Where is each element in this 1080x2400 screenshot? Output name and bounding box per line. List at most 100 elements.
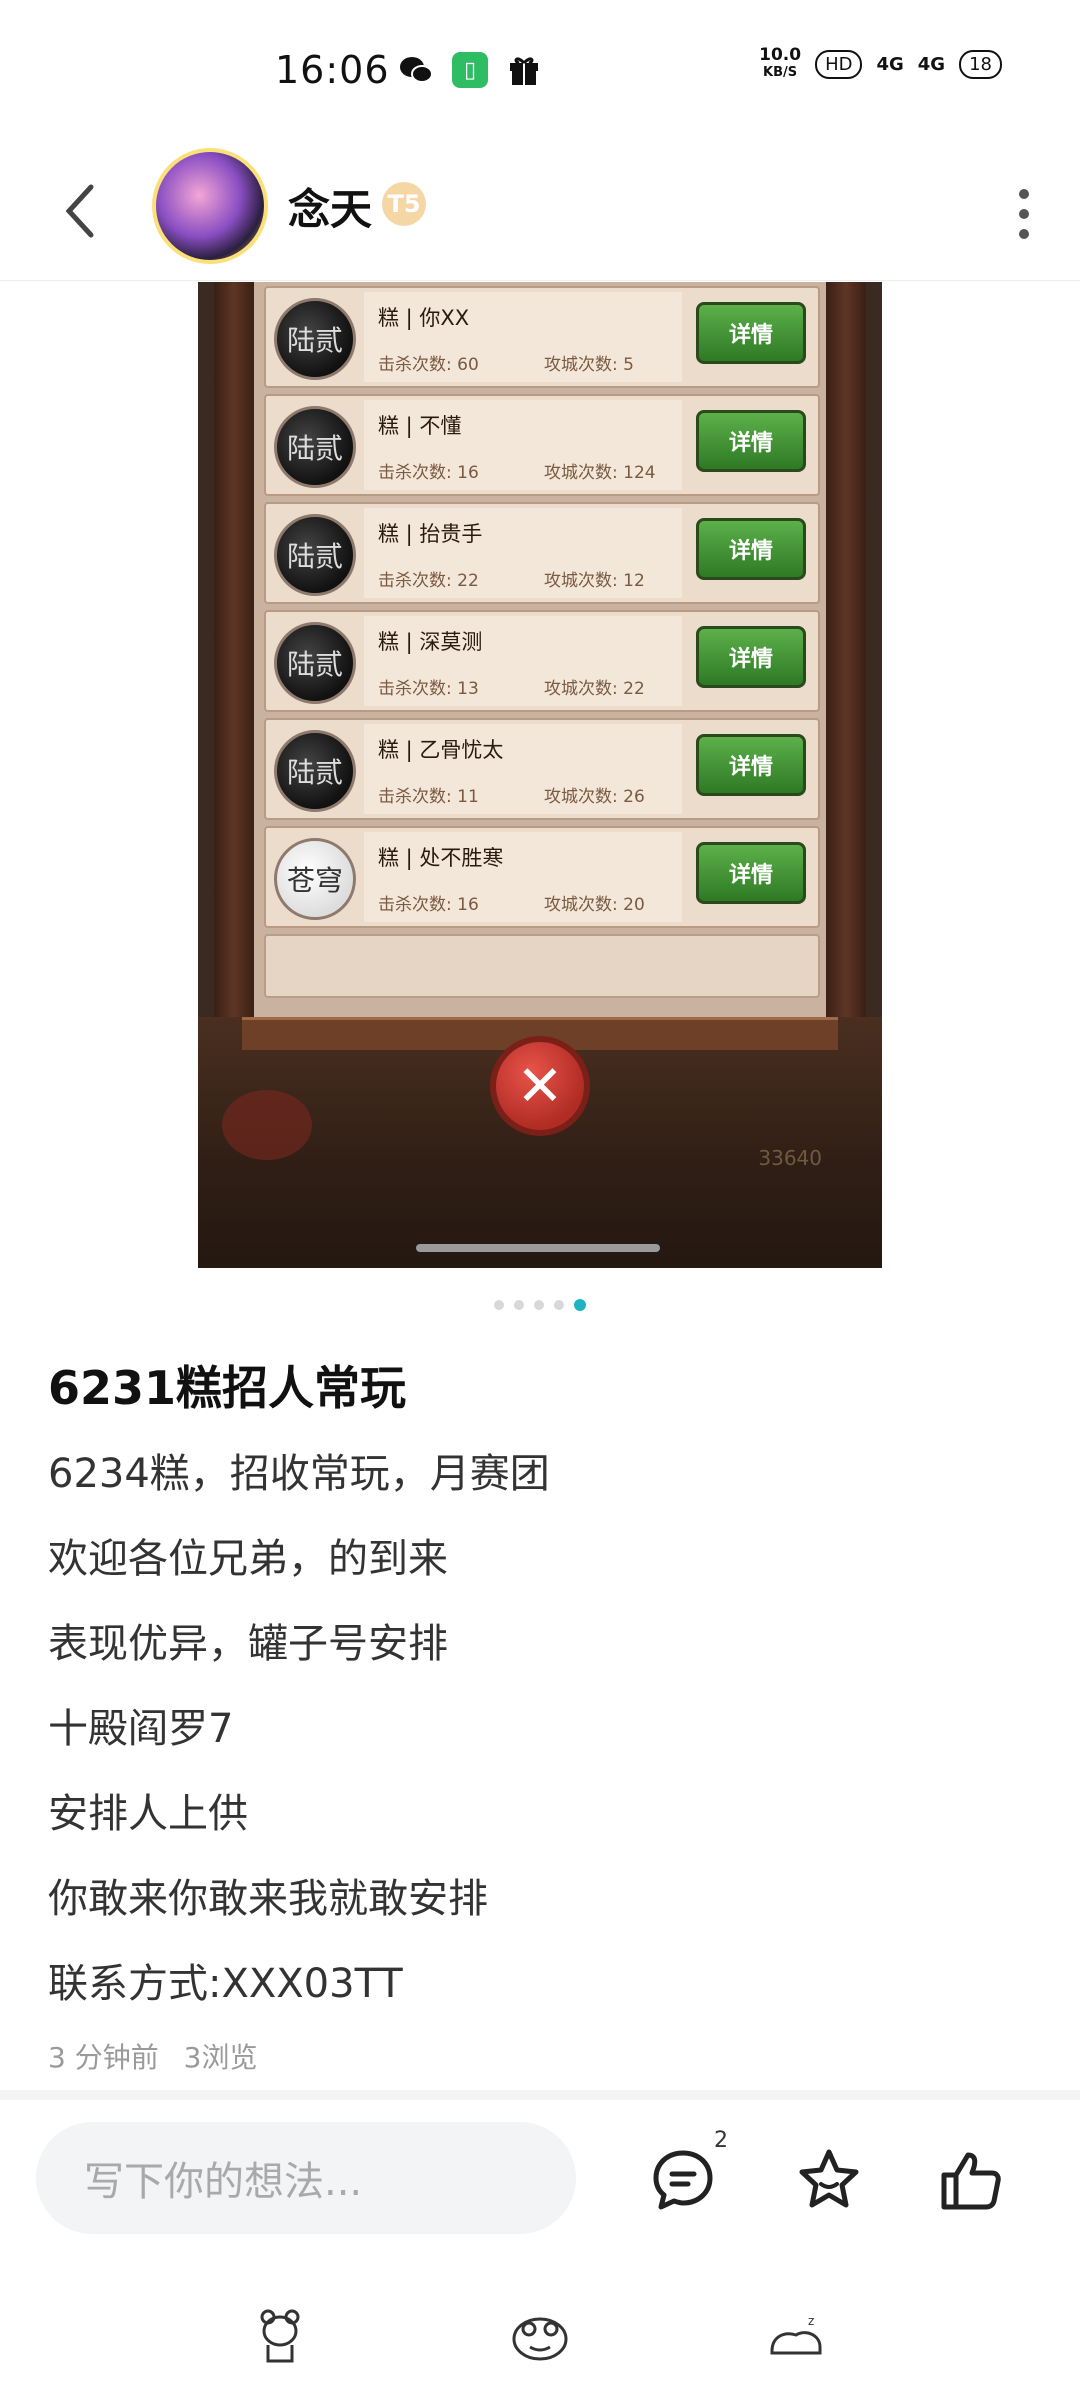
post-line: 6234糕，招收常玩，月赛团 bbox=[48, 1451, 550, 1497]
list-item: 苍穹 糕 | 处不胜寒 击杀次数: 16 攻城次数: 20 详情 bbox=[264, 826, 820, 928]
image-list-panel: 陆贰 糕 | 你XX 击杀次数: 60 攻城次数: 5 详情 陆贰 糕 | 不懂… bbox=[254, 282, 826, 1017]
avatar[interactable] bbox=[152, 148, 268, 264]
username[interactable]: 念天 bbox=[288, 176, 372, 237]
row-kills: 击杀次数: 60 bbox=[378, 355, 479, 375]
frame-right bbox=[826, 282, 866, 1042]
row-kills: 击杀次数: 16 bbox=[378, 895, 479, 915]
more-dot-icon bbox=[1019, 229, 1029, 239]
row-sieges: 攻城次数: 20 bbox=[544, 895, 645, 915]
pager-dot[interactable] bbox=[554, 1300, 564, 1310]
row-name: 糕 | 处不胜寒 bbox=[378, 846, 504, 870]
star-icon bbox=[799, 2149, 859, 2208]
like-button[interactable] bbox=[936, 2140, 1006, 2220]
image-pager bbox=[0, 1299, 1080, 1311]
net-speed-unit: KB/S bbox=[763, 65, 798, 80]
favorite-button[interactable] bbox=[794, 2140, 864, 2220]
net-speed-value: 10.0 bbox=[759, 45, 802, 65]
pager-dot[interactable] bbox=[494, 1300, 504, 1310]
row-sieges: 攻城次数: 22 bbox=[544, 679, 645, 699]
row-text-area: 糕 | 深莫测 击杀次数: 13 攻城次数: 22 bbox=[364, 616, 682, 706]
row-kills: 击杀次数: 11 bbox=[378, 787, 479, 807]
row-text-area: 糕 | 处不胜寒 击杀次数: 16 攻城次数: 20 bbox=[364, 832, 682, 922]
row-sieges: 攻城次数: 12 bbox=[544, 571, 645, 591]
row-text-area: 糕 | 不懂 击杀次数: 16 攻城次数: 124 bbox=[364, 400, 682, 490]
comment-count-badge: 2 bbox=[714, 2128, 728, 2153]
nav-frog-icon[interactable] bbox=[500, 2300, 580, 2370]
row-text-area: 糕 | 乙骨忧太 击杀次数: 11 攻城次数: 26 bbox=[364, 724, 682, 814]
row-kills: 击杀次数: 13 bbox=[378, 679, 479, 699]
row-sieges: 攻城次数: 124 bbox=[544, 463, 656, 483]
list-item: 陆贰 糕 | 深莫测 击杀次数: 13 攻城次数: 22 详情 bbox=[264, 610, 820, 712]
list-item: 陆贰 糕 | 你XX 击杀次数: 60 攻城次数: 5 详情 bbox=[264, 286, 820, 388]
post-body: 6234糕，招收常玩，月赛团 欢迎各位兄弟，的到来 表现优异，罐子号安排 十殿阎… bbox=[48, 1444, 550, 2039]
wechat-icon bbox=[398, 52, 434, 88]
detail-button: 详情 bbox=[696, 518, 806, 580]
guild-emblem-icon: 陆贰 bbox=[274, 406, 356, 488]
row-name: 糕 | 不懂 bbox=[378, 414, 462, 438]
guild-emblem-icon: 苍穹 bbox=[274, 838, 356, 920]
home-indicator bbox=[416, 1244, 660, 1252]
post-time: 3 分钟前 bbox=[48, 2041, 159, 2074]
status-bar: 16:06 ▯ 10.0 KB/S HD 4G 4G 18 bbox=[0, 0, 1080, 140]
detail-button: 详情 bbox=[696, 410, 806, 472]
list-item: 陆贰 糕 | 抬贵手 击杀次数: 22 攻城次数: 12 详情 bbox=[264, 502, 820, 604]
row-text-area: 糕 | 你XX 击杀次数: 60 攻城次数: 5 bbox=[364, 292, 682, 382]
level-badge: T5 bbox=[382, 182, 426, 226]
guild-emblem-icon: 陆贰 bbox=[274, 514, 356, 596]
pager-dot[interactable] bbox=[514, 1300, 524, 1310]
close-icon: ✕ bbox=[490, 1036, 590, 1136]
signal-icon-1: 4G bbox=[876, 53, 904, 75]
post-meta: 3 分钟前 3浏览 bbox=[48, 2036, 257, 2076]
sleeping-cat-icon: z bbox=[770, 2314, 822, 2355]
post-line: 安排人上供 bbox=[48, 1791, 248, 1837]
guild-emblem-icon: 陆贰 bbox=[274, 730, 356, 812]
net-speed: 10.0 KB/S bbox=[759, 46, 801, 82]
back-button[interactable] bbox=[56, 166, 106, 256]
row-name: 糕 | 深莫测 bbox=[378, 630, 483, 654]
divider bbox=[0, 2090, 1080, 2100]
post-views: 3浏览 bbox=[183, 2041, 258, 2074]
status-right: 10.0 KB/S HD 4G 4G 18 bbox=[759, 46, 1002, 82]
status-time: 16:06 bbox=[275, 48, 390, 92]
list-item: 陆贰 糕 | 乙骨忧太 击杀次数: 11 攻城次数: 26 详情 bbox=[264, 718, 820, 820]
post-line: 表现优异，罐子号安排 bbox=[48, 1621, 448, 1667]
pager-dot[interactable] bbox=[534, 1300, 544, 1310]
comment-input[interactable]: 写下你的想法... bbox=[36, 2122, 576, 2234]
post-line: 十殿阎罗7 bbox=[48, 1706, 234, 1752]
row-name: 糕 | 乙骨忧太 bbox=[378, 738, 504, 762]
post-line: 你敢来你敢来我就敢安排 bbox=[48, 1876, 488, 1922]
comment-button[interactable] bbox=[648, 2140, 718, 2220]
list-item: 陆贰 糕 | 不懂 击杀次数: 16 攻城次数: 124 详情 bbox=[264, 394, 820, 496]
nav-cat-icon[interactable]: z bbox=[756, 2300, 836, 2370]
frog-icon bbox=[512, 2317, 568, 2361]
post-line: 联系方式:XXX03TT bbox=[48, 1961, 403, 2007]
post-line: 欢迎各位兄弟，的到来 bbox=[48, 1536, 448, 1582]
thumbs-up-icon bbox=[941, 2152, 1001, 2210]
more-dot-icon bbox=[1019, 209, 1029, 219]
detail-button: 详情 bbox=[696, 302, 806, 364]
frame-left bbox=[214, 282, 254, 1042]
row-sieges: 攻城次数: 5 bbox=[544, 355, 634, 375]
post-image[interactable]: 陆贰 糕 | 你XX 击杀次数: 60 攻城次数: 5 详情 陆贰 糕 | 不懂… bbox=[198, 282, 882, 1268]
row-text-area: 糕 | 抬贵手 击杀次数: 22 攻城次数: 12 bbox=[364, 508, 682, 598]
detail-button: 详情 bbox=[696, 734, 806, 796]
nav-bear-icon[interactable] bbox=[240, 2300, 320, 2370]
row-kills: 击杀次数: 16 bbox=[378, 463, 479, 483]
guild-emblem-icon: 陆贰 bbox=[274, 298, 356, 380]
post-header: 念天 T5 bbox=[0, 140, 1080, 281]
pager-dot-active[interactable] bbox=[574, 1299, 586, 1311]
guild-emblem-icon: 陆贰 bbox=[274, 622, 356, 704]
coin-count: 33640 bbox=[758, 1146, 822, 1170]
gift-icon bbox=[506, 52, 542, 88]
detail-button: 详情 bbox=[696, 626, 806, 688]
more-button[interactable] bbox=[1004, 174, 1044, 254]
comment-icon bbox=[653, 2150, 713, 2210]
battery-icon: 18 bbox=[959, 49, 1002, 79]
list-item-partial bbox=[264, 934, 820, 998]
sim-icon: ▯ bbox=[452, 52, 488, 88]
row-name: 糕 | 抬贵手 bbox=[378, 522, 483, 546]
chevron-left-icon bbox=[65, 184, 94, 238]
hd-icon: HD bbox=[815, 49, 863, 79]
post-title: 6231糕招人常玩 bbox=[48, 1361, 407, 1415]
signal-icon-2: 4G bbox=[917, 53, 946, 75]
